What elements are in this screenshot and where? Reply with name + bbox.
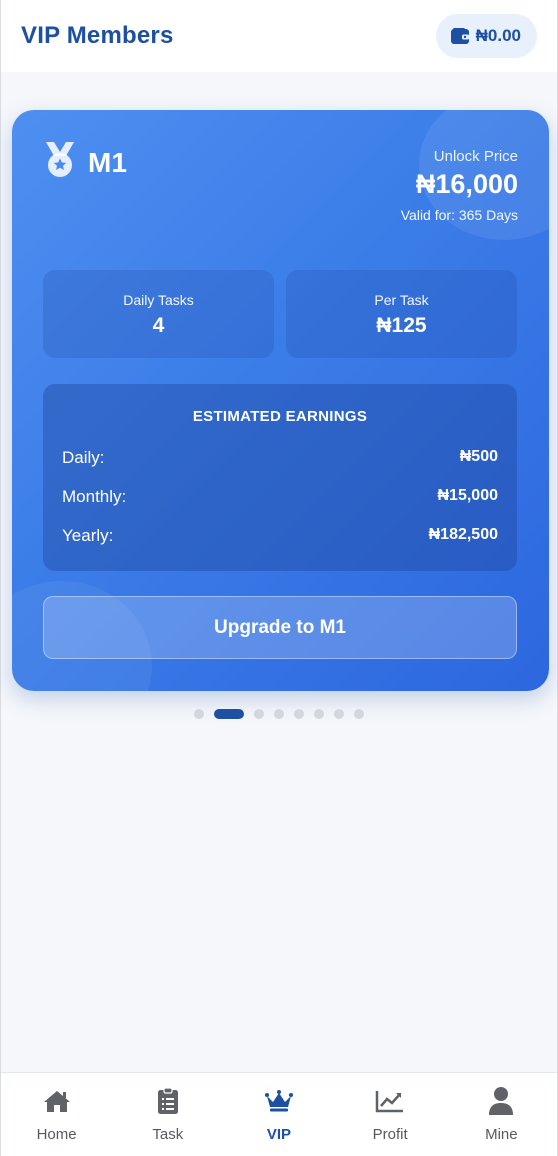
earnings-label: Yearly: bbox=[62, 526, 114, 545]
nav-label: Profit bbox=[372, 1126, 408, 1143]
nav-item-vip[interactable]: VIP bbox=[223, 1073, 334, 1143]
unlock-price-value: ₦16,000 bbox=[415, 169, 518, 199]
nav-label: VIP bbox=[266, 1126, 292, 1143]
page-title: VIP Members bbox=[21, 22, 174, 49]
price-block: Unlock Price ₦16,000 Valid for: 365 Days bbox=[401, 148, 518, 223]
medal-icon bbox=[42, 140, 78, 185]
pager-dot[interactable] bbox=[194, 709, 204, 719]
pager-dot[interactable] bbox=[274, 709, 284, 719]
nav-item-home[interactable]: Home bbox=[1, 1073, 112, 1143]
per-task-value: ₦125 bbox=[376, 314, 427, 337]
bottom-nav: Home Task VIP Profit Mine bbox=[1, 1072, 557, 1156]
wallet-icon bbox=[450, 27, 470, 45]
daily-tasks-value: 4 bbox=[152, 314, 165, 337]
estimated-earnings-panel: ESTIMATED EARNINGS Daily: ₦500 Monthly: … bbox=[43, 384, 517, 571]
upgrade-button[interactable]: Upgrade to M1 bbox=[43, 596, 517, 659]
pager-dot[interactable] bbox=[254, 709, 264, 719]
user-icon bbox=[488, 1086, 514, 1116]
nav-label: Mine bbox=[485, 1126, 518, 1143]
balance-button[interactable]: ₦0.00 bbox=[435, 14, 537, 58]
per-task-label: Per Task bbox=[374, 292, 429, 308]
home-icon bbox=[43, 1086, 71, 1116]
validity-text: Valid for: 365 Days bbox=[400, 207, 518, 223]
earnings-value: ₦15,000 bbox=[437, 487, 499, 504]
pager-dot[interactable] bbox=[314, 709, 324, 719]
pager-dot[interactable] bbox=[334, 709, 344, 719]
earnings-value: ₦182,500 bbox=[428, 526, 498, 543]
nav-item-mine[interactable]: Mine bbox=[446, 1073, 557, 1143]
chart-icon bbox=[375, 1086, 405, 1116]
nav-label: Task bbox=[152, 1126, 184, 1143]
clipboard-icon bbox=[157, 1086, 179, 1116]
app-header: VIP Members ₦0.00 bbox=[1, 0, 557, 72]
nav-label: Home bbox=[36, 1126, 77, 1143]
earnings-label: Daily: bbox=[62, 448, 105, 467]
pager-dot[interactable] bbox=[294, 709, 304, 719]
daily-tasks-label: Daily Tasks bbox=[123, 292, 194, 308]
per-task-box: Per Task ₦125 bbox=[286, 270, 517, 358]
level-name: M1 bbox=[88, 146, 127, 178]
earnings-label: Monthly: bbox=[62, 487, 127, 506]
app-root: VIP Members ₦0.00 M1 Unlock Price ₦16,00… bbox=[0, 0, 558, 1156]
level-header: M1 bbox=[42, 140, 127, 185]
nav-item-task[interactable]: Task bbox=[112, 1073, 223, 1143]
daily-tasks-box: Daily Tasks 4 bbox=[43, 270, 274, 358]
earnings-title: ESTIMATED EARNINGS bbox=[192, 408, 368, 425]
pager-dot[interactable] bbox=[354, 709, 364, 719]
vip-level-card: M1 Unlock Price ₦16,000 Valid for: 365 D… bbox=[12, 110, 549, 691]
pager-dot-active[interactable] bbox=[214, 709, 244, 719]
earnings-row-daily: Daily: ₦500 bbox=[62, 448, 498, 468]
nav-item-profit[interactable]: Profit bbox=[335, 1073, 446, 1143]
earnings-row-monthly: Monthly: ₦15,000 bbox=[62, 487, 498, 507]
unlock-price-label: Unlock Price bbox=[433, 148, 518, 165]
carousel-pager bbox=[1, 709, 557, 719]
earnings-row-yearly: Yearly: ₦182,500 bbox=[62, 526, 498, 546]
crown-icon bbox=[264, 1086, 293, 1116]
earnings-value: ₦500 bbox=[459, 448, 498, 465]
balance-value: ₦0.00 bbox=[475, 26, 521, 45]
